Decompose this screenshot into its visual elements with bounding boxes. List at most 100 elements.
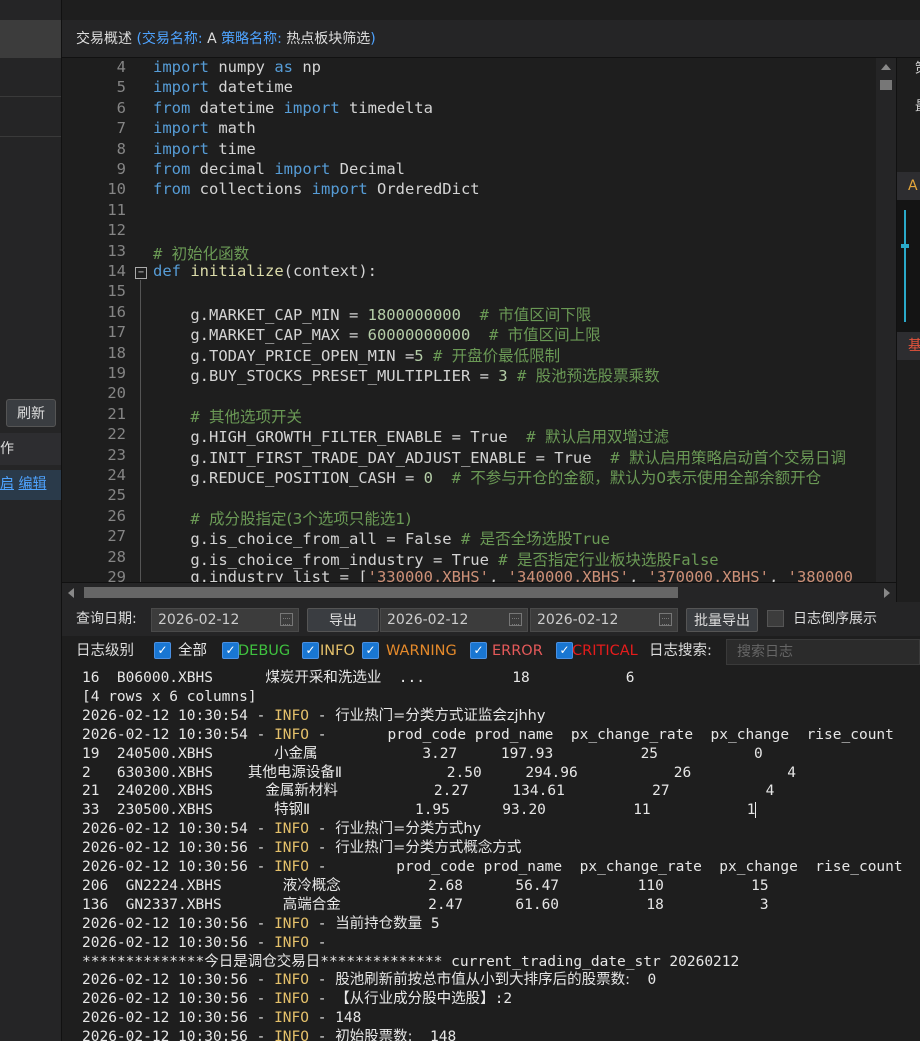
log-token: 2026-02-12 10:30:56 -: [82, 915, 275, 932]
left-panel: 刷新 作 启 编辑: [0, 0, 62, 1041]
start-link[interactable]: 启: [0, 476, 14, 492]
log-line: [4 rows x 6 columns]: [82, 688, 257, 707]
code-line[interactable]: g.industry_list = ['330000.XBHS', '34000…: [153, 568, 853, 582]
log-token: INFO: [274, 972, 309, 989]
level-label: INFO: [320, 643, 355, 659]
level-checkbox-warning[interactable]: ✓: [362, 642, 379, 659]
right-panel-text: 策: [915, 58, 920, 78]
code-line[interactable]: g.BUY_STOCKS_PRESET_MULTIPLIER = 3 # 股池预…: [153, 364, 660, 386]
code-line[interactable]: g.REDUCE_POSITION_CASH = 0 # 不参与开仓的金额，默认…: [153, 466, 821, 488]
scrollbar-thumb[interactable]: [84, 587, 678, 598]
batch-export-button[interactable]: 批量导出: [686, 608, 758, 632]
log-token: 其他电源设备Ⅱ: [247, 764, 343, 781]
code-line[interactable]: g.is_choice_from_industry = True # 是否指定行…: [153, 548, 718, 570]
code-line[interactable]: import numpy as np: [153, 58, 321, 76]
log-token: -: [308, 1029, 336, 1041]
code-token: g.MARKET_CAP_MIN =: [153, 305, 368, 324]
reverse-order-checkbox[interactable]: [767, 610, 784, 627]
log-token: 16 B06000.XBHS: [82, 670, 266, 686]
code-token: '380000: [787, 568, 853, 582]
code-token: from: [153, 98, 191, 117]
level-checkbox-error[interactable]: ✓: [470, 642, 487, 659]
log-line: 2026-02-12 10:30:56 - INFO - 当前持仓数量 5: [82, 915, 440, 934]
tab-a[interactable]: A: [897, 172, 920, 200]
code-line[interactable]: g.MARKET_CAP_MIN = 1800000000 # 市值区间下限: [153, 303, 591, 325]
code-line[interactable]: g.HIGH_GROWTH_FILTER_ENABLE = True # 默认启…: [153, 425, 669, 447]
scroll-right-icon[interactable]: [884, 588, 890, 598]
level-checkbox-全部[interactable]: ✓: [154, 642, 171, 659]
code-line[interactable]: import math: [153, 119, 256, 137]
log-line: 19 240500.XBHS 小金属 3.27 197.93 25 0: [82, 745, 763, 764]
log-output[interactable]: 16 B06000.XBHS 煤炭开采和洗选业 ... 18 6 [4 rows …: [62, 666, 920, 1041]
calendar-icon[interactable]: [509, 613, 522, 626]
fold-toggle-icon[interactable]: −: [135, 267, 147, 279]
log-line: 136 GN2337.XBHS 高端合金 2.47 61.60 18 3: [82, 896, 769, 915]
code-line[interactable]: from collections import OrderedDict: [153, 180, 480, 198]
line-number: 22: [107, 425, 126, 444]
code-line[interactable]: # 初始化函数: [153, 242, 249, 264]
log-token: 小金属: [274, 745, 318, 762]
trade-name-value: A: [207, 31, 217, 47]
code-token: g.is_choice_from_all = False: [153, 530, 452, 549]
code-token: numpy: [209, 58, 275, 76]
code-line[interactable]: import time: [153, 140, 256, 158]
to-date-input[interactable]: 2026-02-12: [530, 608, 678, 632]
from-date-value: 2026-02-12: [387, 612, 469, 628]
line-number: 11: [107, 200, 126, 219]
code-line[interactable]: def initialize(context):: [153, 262, 377, 280]
log-token: 2026-02-12 10:30:54 -: [82, 726, 275, 743]
line-number: 10: [107, 180, 126, 199]
code-line[interactable]: from datetime import timedelta: [153, 99, 433, 117]
log-token: 2026-02-12 10:30:56 -: [82, 859, 275, 875]
left-panel-header: [0, 20, 61, 58]
log-token: 33 230500.XBHS: [82, 802, 275, 819]
editor-vertical-scrollbar[interactable]: [876, 58, 896, 582]
code-line[interactable]: g.is_choice_from_all = False # 是否全场选股Tru…: [153, 527, 610, 549]
scroll-up-icon[interactable]: [881, 64, 891, 70]
level-checkbox-debug[interactable]: ✓: [222, 642, 239, 659]
log-token: 行业热门=分类方式hy: [335, 821, 482, 838]
code-token: ,: [488, 568, 508, 582]
editor-horizontal-scrollbar[interactable]: [62, 582, 896, 602]
code-token: #: [507, 367, 536, 385]
code-line[interactable]: import datetime: [153, 78, 293, 96]
line-number: 18: [107, 343, 126, 362]
level-checkbox-info[interactable]: ✓: [302, 642, 319, 659]
tab-basic[interactable]: 基: [897, 332, 920, 360]
log-line: 2 630300.XBHS 其他电源设备Ⅱ 2.50 294.96 26 4: [82, 764, 796, 783]
code-line[interactable]: g.INIT_FIRST_TRADE_DAY_ADJUST_ENABLE = T…: [153, 446, 846, 468]
scroll-left-icon[interactable]: [68, 588, 74, 598]
query-date-input[interactable]: 2026-02-12: [151, 608, 299, 632]
code-line[interactable]: # 成分股指定(3个选项只能选1): [153, 507, 411, 529]
code-editor[interactable]: 4 import numpy as np 5 import datetime 6 from…: [62, 58, 896, 582]
line-number: 28: [107, 547, 126, 566]
line-number: 21: [107, 404, 126, 423]
log-token: -: [308, 915, 336, 932]
mini-chart: [897, 200, 920, 332]
line-number: 5: [116, 78, 126, 97]
log-token: 初始股票数:: [335, 1029, 413, 1041]
code-line[interactable]: # 其他选项开关: [153, 405, 302, 427]
calendar-icon[interactable]: [280, 613, 293, 626]
code-token: (context):: [283, 262, 377, 280]
log-token: 2026-02-12 10:30:56 -: [82, 972, 275, 989]
code-line[interactable]: from decimal import Decimal: [153, 160, 405, 178]
log-token: INFO: [274, 991, 309, 1008]
code-token: '340000.XBHS': [507, 568, 629, 582]
line-number: 16: [107, 302, 126, 321]
code-token: initialize: [190, 262, 284, 280]
code-token: as: [274, 58, 293, 76]
from-date-input[interactable]: 2026-02-12: [380, 608, 528, 632]
scrollbar-thumb[interactable]: [880, 80, 892, 90]
code-token: decimal: [190, 160, 275, 178]
log-token: 2026-02-12 10:30:56 -: [82, 934, 275, 951]
edit-link[interactable]: 编辑: [18, 476, 46, 492]
log-search-input[interactable]: 搜索日志: [726, 639, 920, 665]
code-token: 股池预选股票乘数: [535, 367, 660, 385]
export-button[interactable]: 导出: [307, 608, 379, 632]
calendar-icon[interactable]: [659, 613, 672, 626]
code-line[interactable]: g.MARKET_CAP_MAX = 60000000000 # 市值区间上限: [153, 323, 600, 345]
refresh-button[interactable]: 刷新: [6, 399, 56, 427]
level-checkbox-critical[interactable]: ✓: [556, 642, 573, 659]
code-line[interactable]: g.TODAY_PRICE_OPEN_MIN =5 # 开盘价最低限制: [153, 344, 560, 366]
